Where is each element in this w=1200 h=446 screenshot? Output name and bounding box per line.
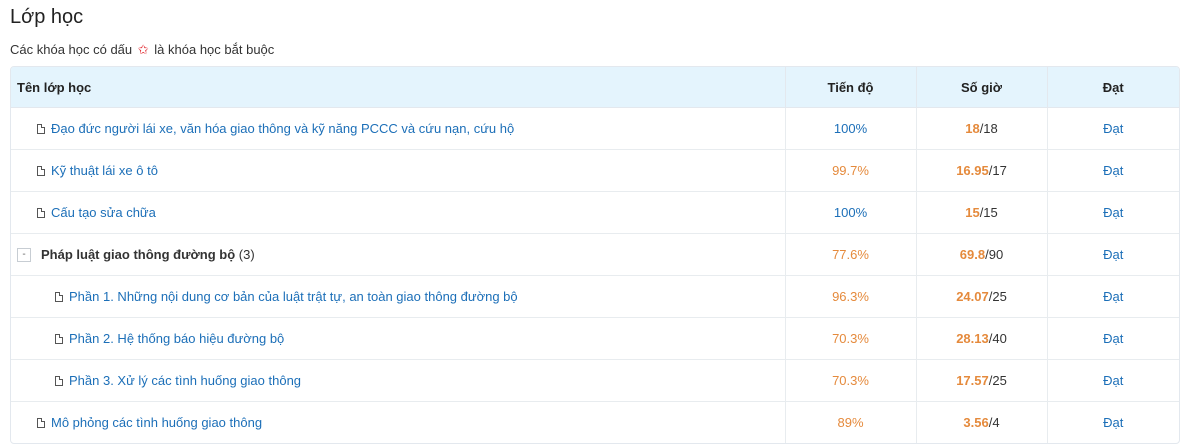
- hours-total: /40: [988, 331, 1007, 346]
- header-result[interactable]: Đạt: [1047, 67, 1179, 108]
- progress-cell: 70.3%: [785, 359, 917, 402]
- course-link[interactable]: Cấu tạo sửa chữa: [51, 205, 156, 220]
- course-name-cell: Phần 2. Hệ thống báo hiệu đường bộ: [11, 317, 786, 360]
- result-cell: Đạt: [1047, 359, 1179, 402]
- course-name-cell: Phần 1. Những nội dung cơ bản của luật t…: [11, 275, 786, 318]
- progress-cell: 70.3%: [785, 317, 917, 360]
- hours-done: 18: [965, 121, 980, 136]
- progress-cell: 99.7%: [785, 149, 917, 192]
- hours-cell: 3.56/4: [916, 401, 1048, 443]
- table-group-row: - Pháp luật giao thông đường bộ (3) 77.6%…: [11, 233, 1179, 276]
- progress-cell: 89%: [785, 401, 917, 443]
- hours-cell: 69.8/90: [916, 233, 1048, 276]
- table-row: Cấu tạo sửa chữa 100% 15/15 Đạt: [11, 191, 1179, 234]
- header-course-name[interactable]: Tên lớp học: [11, 67, 786, 108]
- document-icon: [55, 376, 63, 386]
- hours-total: /15: [979, 205, 998, 220]
- result-cell: Đạt: [1047, 191, 1179, 234]
- hours-cell: 16.95/17: [916, 149, 1048, 192]
- course-link[interactable]: Mô phỏng các tình huống giao thông: [51, 415, 262, 430]
- hours-cell: 15/15: [916, 191, 1048, 234]
- star-icon: ✩: [137, 42, 149, 57]
- hours-done: 28.13: [956, 331, 989, 346]
- hours-total: /4: [988, 415, 1000, 430]
- table-row: Mô phỏng các tình huống giao thông 89% 3…: [11, 401, 1179, 443]
- document-icon: [37, 166, 45, 176]
- progress-cell: 100%: [785, 107, 917, 150]
- required-note-text-after: là khóa học bắt buộc: [154, 42, 275, 57]
- hours-done: 69.8: [959, 247, 986, 262]
- group-name-cell: - Pháp luật giao thông đường bộ (3): [11, 233, 786, 276]
- required-note: Các khóa học có dấu ✩ là khóa học bắt bu…: [10, 42, 274, 58]
- hours-done: 24.07: [956, 289, 989, 304]
- result-cell: Đạt: [1047, 149, 1179, 192]
- table-row: Phần 3. Xử lý các tình huống giao thông …: [11, 359, 1179, 402]
- hours-done: 15: [965, 205, 980, 220]
- hours-total: /25: [988, 373, 1007, 388]
- hours-cell: 28.13/40: [916, 317, 1048, 360]
- hours-cell: 17.57/25: [916, 359, 1048, 402]
- table-row: Phần 1. Những nội dung cơ bản của luật t…: [11, 275, 1179, 318]
- course-link[interactable]: Phần 3. Xử lý các tình huống giao thông: [69, 373, 301, 388]
- hours-done: 3.56: [963, 415, 989, 430]
- course-name-cell: Phần 3. Xử lý các tình huống giao thông: [11, 359, 786, 402]
- document-icon: [37, 124, 45, 134]
- course-link[interactable]: Đạo đức người lái xe, văn hóa giao thông…: [51, 121, 514, 136]
- course-name-cell: Kỹ thuật lái xe ô tô: [11, 149, 786, 192]
- hours-done: 16.95: [956, 163, 989, 178]
- document-icon: [55, 292, 63, 302]
- header-progress[interactable]: Tiến độ: [785, 67, 917, 108]
- header-hours[interactable]: Số giờ: [916, 67, 1048, 108]
- table-row: Đạo đức người lái xe, văn hóa giao thông…: [11, 107, 1179, 150]
- table-row: Phần 2. Hệ thống báo hiệu đường bộ 70.3%…: [11, 317, 1179, 360]
- course-name-cell: Mô phỏng các tình huống giao thông: [11, 401, 786, 443]
- document-icon: [37, 418, 45, 428]
- progress-cell: 77.6%: [785, 233, 917, 276]
- course-link[interactable]: Kỹ thuật lái xe ô tô: [51, 163, 158, 178]
- course-table: Tên lớp học Tiến độ Số giờ Đạt Đạo đức n…: [10, 66, 1180, 444]
- hours-total: /18: [979, 121, 998, 136]
- table-row: Kỹ thuật lái xe ô tô 99.7% 16.95/17 Đạt: [11, 149, 1179, 192]
- course-link[interactable]: Phần 2. Hệ thống báo hiệu đường bộ: [69, 331, 284, 346]
- result-cell: Đạt: [1047, 107, 1179, 150]
- group-count: (3): [238, 246, 255, 262]
- progress-cell: 96.3%: [785, 275, 917, 318]
- collapse-minus-icon[interactable]: -: [17, 248, 31, 263]
- course-name-cell: Đạo đức người lái xe, văn hóa giao thông…: [11, 107, 786, 150]
- hours-cell: 18/18: [916, 107, 1048, 150]
- hours-done: 17.57: [956, 373, 989, 388]
- document-icon: [37, 208, 45, 218]
- required-note-text: Các khóa học có dấu: [10, 42, 133, 57]
- hours-total: /17: [988, 163, 1007, 178]
- group-label: Pháp luật giao thông đường bộ: [41, 246, 236, 262]
- result-cell: Đạt: [1047, 275, 1179, 318]
- hours-total: /25: [988, 289, 1007, 304]
- course-link[interactable]: Phần 1. Những nội dung cơ bản của luật t…: [69, 289, 518, 304]
- result-cell: Đạt: [1103, 415, 1124, 430]
- document-icon: [55, 334, 63, 344]
- hours-total: /90: [985, 247, 1004, 262]
- result-cell: Đạt: [1047, 233, 1179, 276]
- hours-cell: 24.07/25: [916, 275, 1048, 318]
- course-name-cell: Cấu tạo sửa chữa: [11, 191, 786, 234]
- result-cell: Đạt: [1047, 317, 1179, 360]
- page-title: Lớp học: [10, 6, 84, 28]
- progress-cell: 100%: [785, 191, 917, 234]
- table-header-row: Tên lớp học Tiến độ Số giờ Đạt: [11, 67, 1179, 108]
